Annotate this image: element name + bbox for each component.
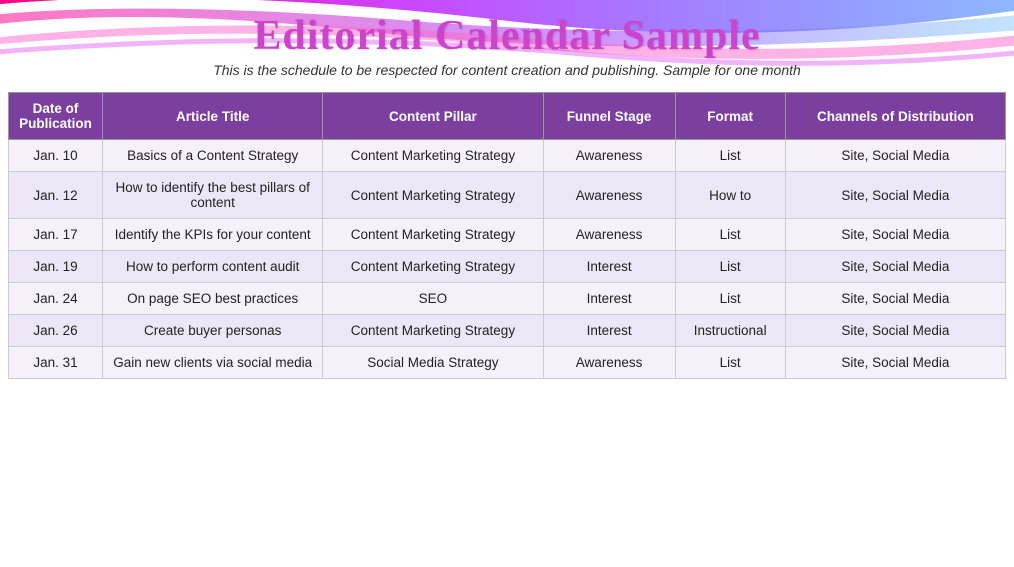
editorial-table-container: Date of Publication Article Title Conten… (8, 92, 1006, 379)
page-subtitle: This is the schedule to be respected for… (20, 62, 994, 78)
cell-channels: Site, Social Media (785, 315, 1005, 347)
table-header-row: Date of Publication Article Title Conten… (9, 93, 1006, 140)
cell-title: Identify the KPIs for your content (103, 219, 323, 251)
cell-pillar: Content Marketing Strategy (323, 219, 543, 251)
table-row: Jan. 12How to identify the best pillars … (9, 172, 1006, 219)
cell-title: How to identify the best pillars of cont… (103, 172, 323, 219)
cell-date: Jan. 19 (9, 251, 103, 283)
col-header-date: Date of Publication (9, 93, 103, 140)
cell-pillar: Content Marketing Strategy (323, 315, 543, 347)
cell-funnel: Awareness (543, 140, 675, 172)
table-row: Jan. 24On page SEO best practicesSEOInte… (9, 283, 1006, 315)
cell-channels: Site, Social Media (785, 283, 1005, 315)
cell-funnel: Interest (543, 283, 675, 315)
cell-title: How to perform content audit (103, 251, 323, 283)
cell-pillar: Social Media Strategy (323, 347, 543, 379)
cell-pillar: Content Marketing Strategy (323, 172, 543, 219)
cell-pillar: Content Marketing Strategy (323, 140, 543, 172)
cell-date: Jan. 31 (9, 347, 103, 379)
table-row: Jan. 17Identify the KPIs for your conten… (9, 219, 1006, 251)
cell-channels: Site, Social Media (785, 140, 1005, 172)
cell-funnel: Interest (543, 315, 675, 347)
cell-pillar: Content Marketing Strategy (323, 251, 543, 283)
cell-format: List (675, 251, 785, 283)
cell-date: Jan. 10 (9, 140, 103, 172)
cell-funnel: Awareness (543, 172, 675, 219)
cell-date: Jan. 26 (9, 315, 103, 347)
cell-channels: Site, Social Media (785, 251, 1005, 283)
col-header-title: Article Title (103, 93, 323, 140)
cell-format: List (675, 347, 785, 379)
cell-funnel: Awareness (543, 219, 675, 251)
cell-date: Jan. 24 (9, 283, 103, 315)
cell-pillar: SEO (323, 283, 543, 315)
cell-date: Jan. 17 (9, 219, 103, 251)
cell-channels: Site, Social Media (785, 172, 1005, 219)
cell-channels: Site, Social Media (785, 219, 1005, 251)
table-row: Jan. 31Gain new clients via social media… (9, 347, 1006, 379)
cell-format: How to (675, 172, 785, 219)
cell-funnel: Interest (543, 251, 675, 283)
col-header-channels: Channels of Distribution (785, 93, 1005, 140)
editorial-table: Date of Publication Article Title Conten… (8, 92, 1006, 379)
table-row: Jan. 26Create buyer personasContent Mark… (9, 315, 1006, 347)
page-wrapper: Editorial Calendar Sample This is the sc… (0, 0, 1014, 567)
col-header-pillar: Content Pillar (323, 93, 543, 140)
cell-date: Jan. 12 (9, 172, 103, 219)
cell-format: List (675, 283, 785, 315)
table-row: Jan. 10Basics of a Content StrategyConte… (9, 140, 1006, 172)
table-body: Jan. 10Basics of a Content StrategyConte… (9, 140, 1006, 379)
col-header-format: Format (675, 93, 785, 140)
title-section: Editorial Calendar Sample This is the sc… (0, 0, 1014, 82)
cell-title: On page SEO best practices (103, 283, 323, 315)
cell-title: Gain new clients via social media (103, 347, 323, 379)
cell-title: Basics of a Content Strategy (103, 140, 323, 172)
cell-format: List (675, 140, 785, 172)
table-row: Jan. 19How to perform content auditConte… (9, 251, 1006, 283)
cell-format: Instructional (675, 315, 785, 347)
cell-channels: Site, Social Media (785, 347, 1005, 379)
page-title: Editorial Calendar Sample (20, 12, 994, 60)
cell-funnel: Awareness (543, 347, 675, 379)
col-header-funnel: Funnel Stage (543, 93, 675, 140)
cell-format: List (675, 219, 785, 251)
cell-title: Create buyer personas (103, 315, 323, 347)
